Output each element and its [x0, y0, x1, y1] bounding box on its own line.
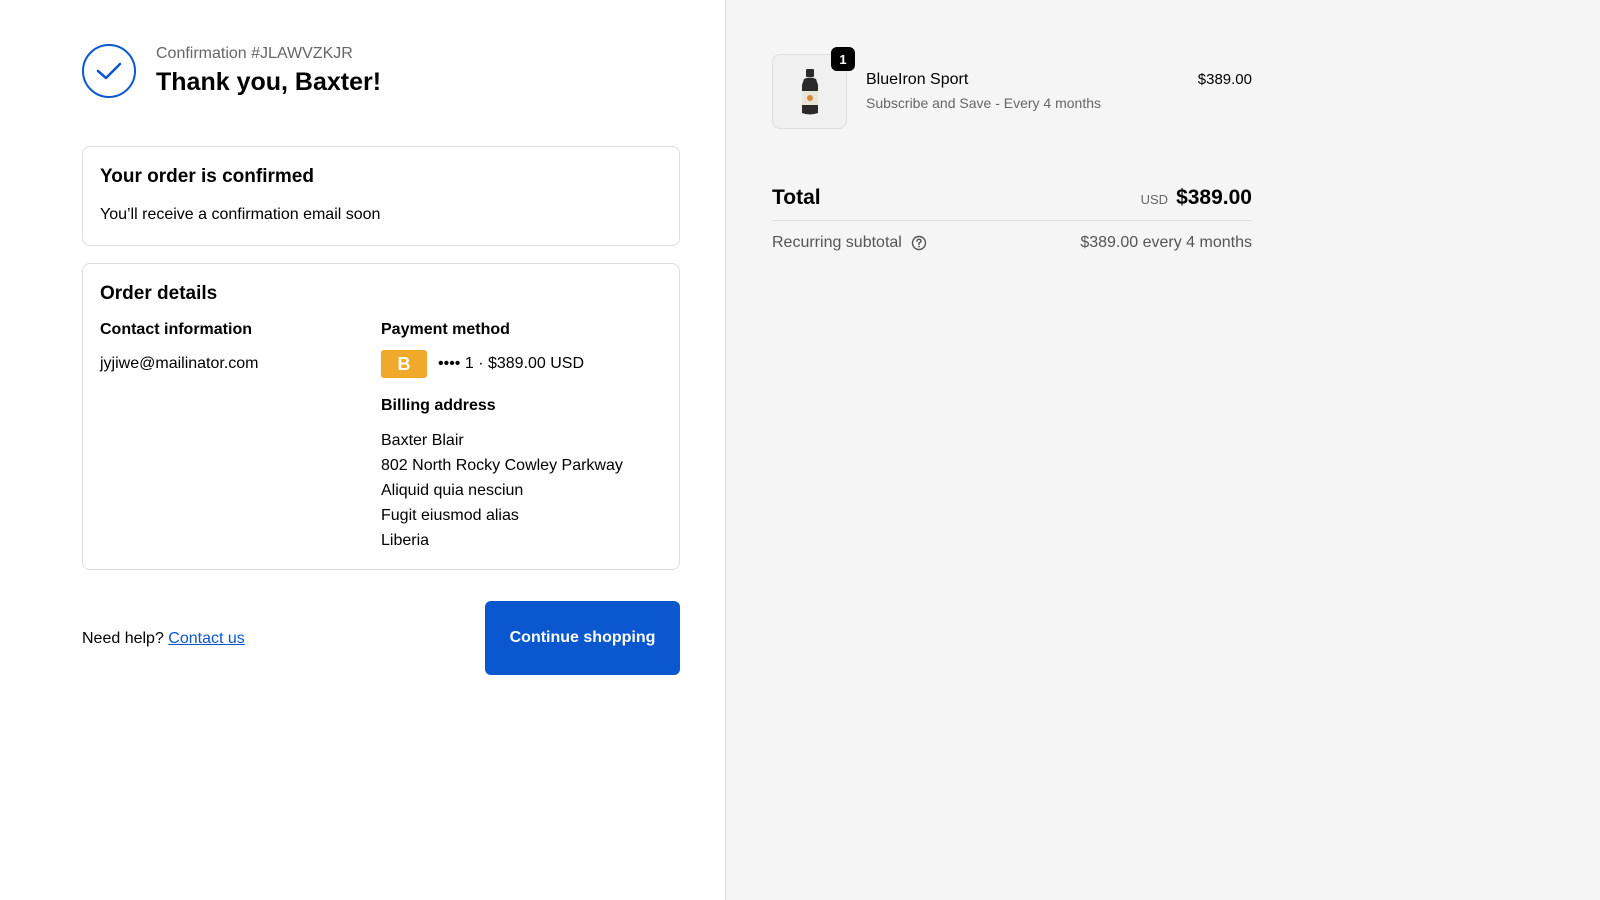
product-price: $389.00 — [1197, 71, 1252, 88]
total-label: Total — [772, 186, 821, 209]
product-name: BlueIron Sport — [866, 71, 969, 88]
recurring-subtotal-label: Recurring subtotal — [772, 234, 902, 251]
checkout-confirmation-page: Confirmation #JLAWVZKJR Thank you, Baxte… — [0, 0, 1600, 900]
payment-label: Payment method — [381, 321, 510, 338]
contact-us-link[interactable]: Contact us — [168, 630, 244, 647]
total-row: Total USD $389.00 — [772, 184, 1252, 221]
recurring-subtotal-row: Recurring subtotal $389.00 every 4 month… — [772, 234, 1252, 256]
card-brand-icon: B — [381, 350, 427, 378]
contact-email: jyjiwe@mailinator.com — [100, 355, 259, 372]
order-details-title: Order details — [100, 283, 218, 304]
payment-method-row: B •••• 1 · $389.00 USD — [381, 350, 662, 378]
question-circle-icon[interactable] — [911, 235, 927, 251]
recurring-label-group: Recurring subtotal — [772, 234, 927, 252]
check-circle-icon — [82, 44, 136, 98]
product-line-item: 1 BlueIron Sport Subscribe and Save - Ev… — [772, 47, 1252, 130]
order-summary-panel — [726, 0, 1600, 900]
currency-code: USD — [1140, 192, 1169, 207]
payment-column: Payment method B •••• 1 · $389.00 USD Bi… — [381, 320, 662, 553]
order-confirmed-title: Your order is confirmed — [100, 166, 314, 187]
header-text: Confirmation #JLAWVZKJR Thank you, Baxte… — [156, 44, 381, 98]
payment-summary: •••• 1 · $389.00 USD — [438, 355, 585, 372]
need-help-text: Need help? — [82, 630, 164, 647]
billing-address-line: 802 North Rocky Cowley Parkway — [381, 457, 623, 474]
bottle-icon — [801, 68, 818, 114]
billing-address-line: Fugit eiusmod alias — [381, 507, 519, 524]
confirmation-number: Confirmation #JLAWVZKJR — [156, 45, 353, 62]
need-help: Need help? Contact us — [82, 629, 245, 649]
order-details-card: Order details Contact information jyjiwe… — [82, 263, 680, 570]
total-amount: $389.00 — [1176, 186, 1252, 209]
confirmation-header: Confirmation #JLAWVZKJR Thank you, Baxte… — [82, 44, 381, 98]
billing-label: Billing address — [381, 397, 496, 414]
billing-address-line: Liberia — [381, 532, 430, 549]
main-column: Confirmation #JLAWVZKJR Thank you, Baxte… — [0, 0, 726, 900]
billing-address: Baxter Blair 802 North Rocky Cowley Park… — [381, 428, 662, 553]
order-details-grid: Contact information jyjiwe@mailinator.co… — [100, 320, 662, 553]
product-subscription: Subscribe and Save - Every 4 months — [866, 95, 1102, 111]
recurring-subtotal-value: $389.00 every 4 months — [1080, 234, 1252, 251]
billing-address-line: Baxter Blair — [381, 432, 464, 449]
contact-column: Contact information jyjiwe@mailinator.co… — [100, 320, 381, 553]
total-value: USD $389.00 — [1141, 184, 1252, 212]
quantity-badge: 1 — [831, 47, 855, 71]
thank-you-heading: Thank you, Baxter! — [156, 68, 382, 96]
continue-shopping-button[interactable]: Continue shopping — [485, 601, 680, 675]
order-confirmed-card: Your order is confirmed You’ll receive a… — [82, 146, 680, 246]
billing-address-line: Aliquid quia nesciun — [381, 482, 524, 499]
order-confirmed-subtitle: You’ll receive a confirmation email soon — [100, 206, 381, 223]
contact-label: Contact information — [100, 321, 252, 338]
